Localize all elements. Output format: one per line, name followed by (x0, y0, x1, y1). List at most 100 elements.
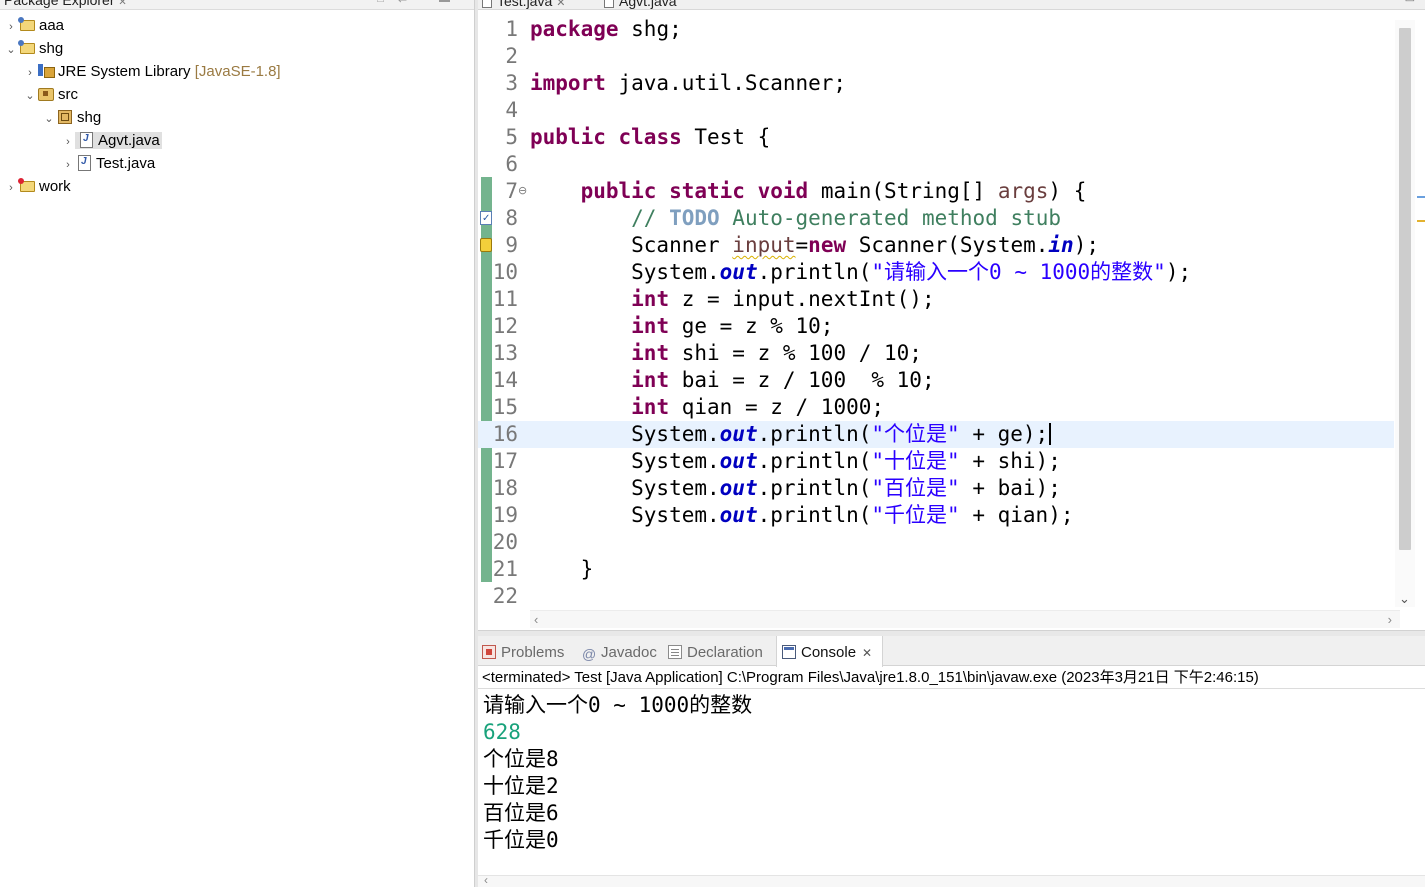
code-line: 13 int shi = z % 100 / 10; (478, 340, 1394, 367)
package-explorer-view: Package Explorer ✕ □⇄▪▬ › aaa ⌄ shg › JRE S… (0, 0, 474, 887)
tab-label: Console (801, 644, 857, 661)
tab-test-java[interactable]: Test.java ✕ (482, 0, 565, 10)
code-text: public static void main(String[] args) { (580, 179, 1087, 203)
tree-item-test-java[interactable]: › Test.java (61, 151, 156, 176)
collapsed-twisty-icon[interactable]: › (61, 154, 75, 176)
tree-item-src[interactable]: ⌄ src (23, 84, 78, 106)
code-line: 17 System.out.println("十位是" + shi); (478, 448, 1394, 475)
line-number: 16 (492, 422, 518, 446)
code-line: 5 public class Test { (478, 124, 1394, 151)
console-line: 请输入一个0 ~ 1000的整数 (483, 693, 753, 717)
tab-label: Agvt.java (619, 0, 677, 9)
line-number: 10 (492, 260, 518, 284)
expanded-twisty-icon[interactable]: ⌄ (4, 39, 18, 61)
explorer-toolbar-icons[interactable]: □⇄▪▬ (377, 0, 464, 5)
code-text: System.out.println("请输入一个0 ~ 1000的整数"); (530, 260, 1192, 284)
code-line: 1 package shg; (478, 16, 1394, 43)
text-caret (1049, 423, 1052, 445)
line-number: 19 (492, 503, 518, 527)
code-line: 7 ⊖ public static void main(String[] args… (478, 178, 1394, 205)
tab-label: Javadoc (601, 644, 657, 661)
console-icon (782, 645, 796, 659)
tab-console[interactable]: Console ✕ (776, 636, 884, 667)
source-folder-icon (37, 85, 55, 101)
explorer-header: Package Explorer ✕ □⇄▪▬ (0, 0, 474, 10)
console-line: 十位是2 (483, 774, 559, 798)
console-line: 个位是8 (483, 747, 559, 771)
console-horizontal-scrollbar[interactable]: ‹ (478, 873, 1425, 887)
code-line: 6 (478, 151, 1394, 178)
tree-item-label: Agvt.java (98, 132, 160, 149)
console-output[interactable]: 请输入一个0 ~ 1000的整数 628 个位是8 十位是2 百位是6 千位是0 (483, 692, 1413, 854)
tree-item-agvt-java[interactable]: › Agvt.java (61, 128, 162, 153)
code-text: import java.util.Scanner; (530, 71, 847, 95)
collapsed-twisty-icon[interactable]: › (61, 131, 75, 153)
code-line: 11 int z = input.nextInt(); (478, 286, 1394, 313)
code-line: 9 Scanner input=new Scanner(System.in); (478, 232, 1394, 259)
tree-item-label: Test.java (96, 155, 156, 172)
code-line: 2 (478, 43, 1394, 70)
editor-horizontal-scrollbar[interactable]: ‹ › (530, 610, 1400, 628)
collapsed-twisty-icon[interactable]: › (23, 62, 37, 84)
explorer-close-icon[interactable]: ✕ (118, 0, 126, 8)
tree-item-label: shg (77, 109, 102, 126)
tab-javadoc[interactable]: @ Javadoc (582, 636, 657, 666)
scroll-right-arrow-icon[interactable]: › (1388, 612, 1392, 627)
tree-item-shg-package[interactable]: ⌄ shg (42, 107, 101, 129)
task-annotation-mark[interactable] (1417, 196, 1425, 198)
java-file-icon (604, 0, 614, 8)
line-number: 12 (492, 314, 518, 338)
javadoc-icon: @ (582, 646, 597, 662)
line-number: 6 (505, 152, 518, 176)
code-area[interactable]: 1 package shg; 2 3 import java.util.Scanne… (478, 16, 1394, 610)
collapsed-twisty-icon[interactable]: › (4, 16, 18, 38)
bottom-tab-bar: Problems @ Javadoc Declaration Console ✕ (478, 636, 1425, 667)
code-line: 21 } (478, 556, 1394, 583)
tree-item-jre-library[interactable]: › JRE System Library [JavaSE-1.8] (23, 61, 280, 84)
project-error-icon (18, 177, 36, 193)
library-icon (37, 62, 55, 78)
tab-close-icon[interactable]: ✕ (556, 0, 565, 9)
code-text: public class Test { (530, 125, 771, 149)
tab-problems[interactable]: Problems (482, 636, 564, 666)
line-number: 7 (505, 179, 518, 203)
fold-collapse-icon[interactable]: ⊖ (518, 177, 527, 204)
collapsed-twisty-icon[interactable]: › (4, 177, 18, 199)
java-file-icon (75, 151, 93, 173)
warning-annotation-mark[interactable] (1417, 220, 1425, 222)
editor-vertical-scrollbar[interactable]: ⌄ (1395, 20, 1415, 607)
tree-item-work[interactable]: › work (4, 176, 71, 198)
scroll-left-arrow-icon[interactable]: ‹ (534, 612, 538, 627)
code-line: 18 System.out.println("百位是" + bai); (478, 475, 1394, 502)
expanded-twisty-icon[interactable]: ⌄ (42, 108, 56, 130)
scroll-down-arrow-icon[interactable]: ⌄ (1399, 591, 1410, 607)
project-icon (18, 16, 36, 32)
tree-item-aaa[interactable]: › aaa (4, 15, 64, 37)
expanded-twisty-icon[interactable]: ⌄ (23, 85, 37, 107)
line-number: 2 (505, 44, 518, 68)
code-line: 22 (478, 583, 1394, 610)
code-text: System.out.println("十位是" + shi); (530, 449, 1061, 473)
line-number: 18 (492, 476, 518, 500)
line-number: 15 (492, 395, 518, 419)
scrollbar-thumb[interactable] (1399, 28, 1411, 550)
scroll-left-arrow-icon[interactable]: ‹ (484, 873, 488, 887)
overview-ruler[interactable] (1417, 20, 1425, 607)
explorer-title[interactable]: Package Explorer ✕ (4, 0, 127, 8)
code-text: // TODO Auto-generated method stub (530, 206, 1062, 230)
code-text: System.out.println("千位是" + qian); (530, 503, 1074, 527)
tab-agvt-java[interactable]: Agvt.java (604, 0, 677, 10)
java-editor[interactable]: Test.java✕ Agvt.java ▭ 1 package shg; 2 3… (478, 0, 1425, 630)
code-text: int qian = z / 1000; (631, 395, 885, 419)
console-status-line: <terminated> Test [Java Application] C:\… (482, 669, 1259, 686)
tab-declaration[interactable]: Declaration (668, 636, 763, 666)
tab-close-icon[interactable]: ✕ (862, 646, 872, 660)
warning-underline: input (732, 233, 796, 257)
code-text: System.out.println("个位是" + ge); (530, 421, 1052, 448)
tab-label: Test.java (497, 0, 553, 9)
selected-item[interactable]: Agvt.java (75, 128, 162, 150)
maximize-icon[interactable]: ▭ (1405, 0, 1415, 5)
tree-item-shg-project[interactable]: ⌄ shg (4, 38, 63, 60)
line-number: 8 (505, 206, 518, 230)
code-text: int shi = z % 100 / 10; (631, 341, 922, 365)
